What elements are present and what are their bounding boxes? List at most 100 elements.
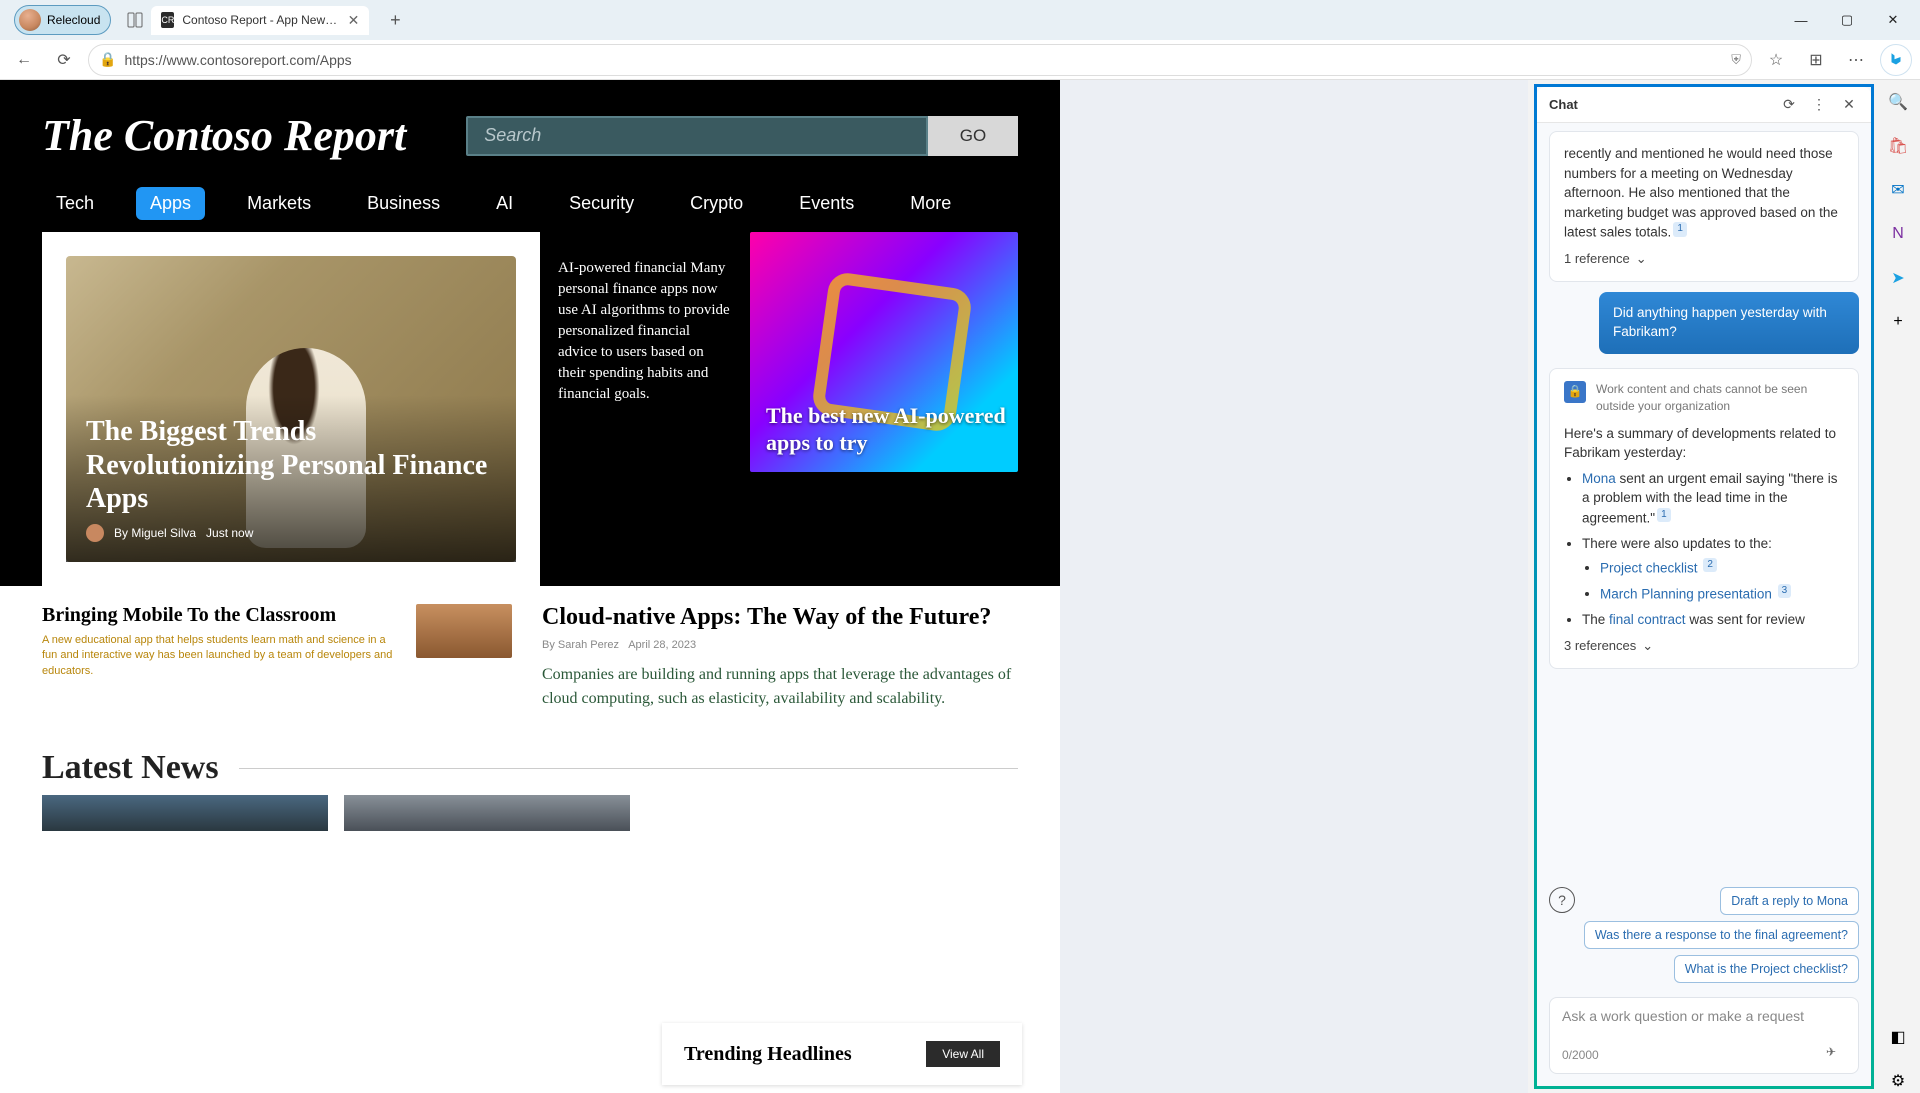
- back-button[interactable]: ←: [8, 44, 40, 76]
- copilot-more-icon[interactable]: ⋮: [1809, 96, 1829, 113]
- nav-item-markets[interactable]: Markets: [233, 187, 325, 220]
- add-rail-icon[interactable]: +: [1886, 310, 1910, 334]
- secondary-article-card[interactable]: The best new AI-powered apps to try: [750, 232, 1018, 472]
- news-thumb[interactable]: [42, 795, 328, 831]
- list-item: The final contract was sent for review: [1582, 610, 1844, 630]
- secondary-article-headline: The best new AI-powered apps to try: [766, 403, 1018, 456]
- address-bar[interactable]: 🔒 https://www.contosoreport.com/Apps ⛨: [88, 44, 1752, 76]
- citation-badge[interactable]: 2: [1703, 558, 1717, 573]
- close-tab-icon[interactable]: ✕: [348, 12, 360, 29]
- user-message-bubble: Did anything happen yesterday with Fabri…: [1599, 292, 1859, 354]
- chevron-down-icon: ⌄: [1642, 637, 1653, 656]
- view-all-button[interactable]: View All: [926, 1041, 1000, 1067]
- tab-favicon: CR: [161, 12, 174, 28]
- nav-item-more[interactable]: More: [896, 187, 965, 220]
- minimize-button[interactable]: —: [1778, 0, 1824, 40]
- more-button[interactable]: ⋯: [1840, 44, 1872, 76]
- onenote-rail-icon[interactable]: N: [1886, 222, 1910, 246]
- window-controls: — ▢ ✕: [1778, 0, 1916, 40]
- list-item: Mona sent an urgent email saying "there …: [1582, 469, 1844, 528]
- shopping-rail-icon[interactable]: 🛍: [1886, 134, 1910, 158]
- list-item: There were also updates to the: Project …: [1582, 534, 1844, 604]
- project-checklist-link[interactable]: Project checklist: [1600, 560, 1698, 575]
- nav-item-ai[interactable]: AI: [482, 187, 527, 220]
- ai-response-bubble: recently and mentioned he would need tho…: [1549, 131, 1859, 282]
- cloud-title[interactable]: Cloud-native Apps: The Way of the Future…: [542, 604, 1018, 631]
- send-icon[interactable]: ✈: [1826, 1045, 1846, 1065]
- url-text: https://www.contosoreport.com/Apps: [124, 52, 351, 68]
- citation-badge[interactable]: 1: [1673, 222, 1687, 237]
- nav-item-business[interactable]: Business: [353, 187, 454, 220]
- copilot-sidebar: Chat ⟳ ⋮ ✕ recently and mentioned he wou…: [1534, 84, 1874, 1089]
- send-rail-icon[interactable]: ➤: [1886, 266, 1910, 290]
- search-rail-icon[interactable]: 🔍: [1886, 90, 1910, 114]
- classroom-thumb: [416, 604, 512, 658]
- profile-avatar: [19, 9, 41, 31]
- references-toggle[interactable]: 3 references ⌄: [1564, 637, 1844, 656]
- tab-strip: CR Contoso Report - App News and Upc ✕ +: [125, 6, 409, 35]
- hide-sidebar-icon[interactable]: ◧: [1886, 1025, 1910, 1049]
- settings-rail-icon[interactable]: ⚙: [1886, 1069, 1910, 1093]
- featured-timestamp: Just now: [206, 526, 253, 540]
- privacy-text: Work content and chats cannot be seen ou…: [1596, 381, 1844, 416]
- mona-link[interactable]: Mona: [1582, 471, 1616, 486]
- copilot-button[interactable]: [1880, 44, 1912, 76]
- copilot-close-icon[interactable]: ✕: [1839, 96, 1859, 113]
- classroom-title[interactable]: Bringing Mobile To the Classroom: [42, 604, 396, 627]
- profile-chip[interactable]: Relecloud: [14, 5, 111, 35]
- help-icon[interactable]: ?: [1549, 887, 1575, 913]
- list-item: Project checklist 2: [1600, 558, 1844, 578]
- nav-item-security[interactable]: Security: [555, 187, 648, 220]
- favorites-button[interactable]: ☆: [1760, 44, 1792, 76]
- copilot-refresh-icon[interactable]: ⟳: [1779, 96, 1799, 113]
- browser-toolbar: ← ⟳ 🔒 https://www.contosoreport.com/Apps…: [0, 40, 1920, 80]
- final-contract-link[interactable]: final contract: [1609, 612, 1686, 627]
- march-planning-link[interactable]: March Planning presentation: [1600, 586, 1772, 601]
- divider: [239, 768, 1018, 769]
- tracking-shield-icon[interactable]: ⛨: [1731, 52, 1741, 68]
- news-thumb[interactable]: [344, 795, 630, 831]
- search-go-button[interactable]: GO: [928, 116, 1018, 156]
- lock-icon: 🔒: [99, 51, 116, 68]
- profile-name: Relecloud: [47, 13, 100, 27]
- maximize-button[interactable]: ▢: [1824, 0, 1870, 40]
- featured-article-headline: The Biggest Trends Revolutionizing Perso…: [86, 415, 496, 516]
- site-title: The Contoso Report: [42, 110, 406, 161]
- edge-sidebar-rail: 🔍 🛍 ✉ N ➤ + ◧ ⚙: [1876, 80, 1920, 1093]
- cloud-date: April 28, 2023: [628, 639, 696, 651]
- outlook-rail-icon[interactable]: ✉: [1886, 178, 1910, 202]
- collections-button[interactable]: ⊞: [1800, 44, 1832, 76]
- ai-response-bubble: 🔒 Work content and chats cannot be seen …: [1549, 368, 1859, 669]
- list-item: March Planning presentation 3: [1600, 584, 1844, 604]
- references-toggle[interactable]: 1 reference ⌄: [1564, 250, 1844, 269]
- webpage: The Contoso Report GO Tech Apps Markets Bus…: [0, 80, 1060, 1093]
- site-search-input[interactable]: [466, 116, 928, 156]
- citation-badge[interactable]: 3: [1778, 584, 1792, 599]
- featured-article-card[interactable]: The Biggest Trends Revolutionizing Perso…: [42, 232, 540, 586]
- close-window-button[interactable]: ✕: [1870, 0, 1916, 40]
- suggestion-chip[interactable]: Was there a response to the final agreem…: [1584, 921, 1859, 949]
- featured-byline: By Miguel Silva: [114, 526, 196, 540]
- author-avatar: [86, 524, 104, 542]
- suggestion-chip[interactable]: Draft a reply to Mona: [1720, 887, 1859, 915]
- browser-tab[interactable]: CR Contoso Report - App News and Upc ✕: [151, 6, 369, 35]
- compose-input[interactable]: [1562, 1008, 1846, 1036]
- featured-blurb: AI-powered financial Many personal finan…: [540, 232, 750, 586]
- nav-item-apps[interactable]: Apps: [136, 187, 205, 220]
- new-tab-button[interactable]: +: [381, 6, 409, 34]
- char-counter: 0/2000: [1562, 1048, 1599, 1062]
- summary-intro: Here's a summary of developments related…: [1564, 424, 1844, 463]
- cloud-excerpt: Companies are building and running apps …: [542, 663, 1018, 711]
- nav-item-tech[interactable]: Tech: [42, 187, 108, 220]
- nav-item-crypto[interactable]: Crypto: [676, 187, 757, 220]
- chevron-down-icon: ⌄: [1636, 250, 1647, 269]
- latest-news-heading: Latest News: [42, 749, 219, 787]
- ai-text: recently and mentioned he would need tho…: [1564, 146, 1838, 240]
- suggestion-chip[interactable]: What is the Project checklist?: [1674, 955, 1859, 983]
- tab-title: Contoso Report - App News and Upc: [182, 13, 339, 27]
- refresh-button[interactable]: ⟳: [48, 44, 80, 76]
- citation-badge[interactable]: 1: [1657, 508, 1671, 523]
- nav-item-events[interactable]: Events: [785, 187, 868, 220]
- trending-card: Trending Headlines View All: [662, 1023, 1022, 1085]
- workspaces-icon[interactable]: [125, 10, 145, 30]
